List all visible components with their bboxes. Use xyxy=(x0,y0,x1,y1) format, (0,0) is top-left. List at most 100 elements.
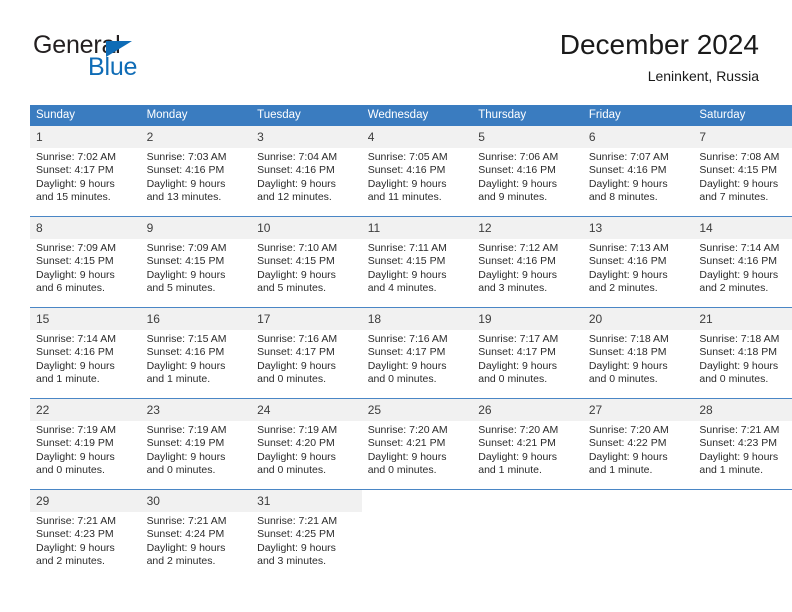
day-cell-empty xyxy=(693,489,792,580)
weekday-header-friday: Friday xyxy=(582,105,694,126)
day-number: 26 xyxy=(472,399,583,421)
daylight-text-line1: Daylight: 9 hours xyxy=(699,450,779,463)
weekday-header-tuesday: Tuesday xyxy=(251,105,362,126)
day-details: Sunrise: 7:20 AM Sunset: 4:21 PM Daylight:… xyxy=(362,421,473,477)
day-details: Sunrise: 7:18 AM Sunset: 4:18 PM Daylight:… xyxy=(693,330,792,386)
day-cell[interactable]: 24 Sunrise: 7:19 AM Sunset: 4:20 PM Dayligh… xyxy=(251,398,362,490)
day-cell[interactable]: 15 Sunrise: 7:14 AM Sunset: 4:16 PM Dayligh… xyxy=(30,307,141,399)
daylight-text-line2: and 7 minutes. xyxy=(699,190,769,203)
sunrise-text: Sunrise: 7:05 AM xyxy=(367,151,448,163)
day-details: Sunrise: 7:11 AM Sunset: 4:15 PM Daylight:… xyxy=(362,239,473,295)
sunset-text: Sunset: 4:16 PM xyxy=(146,346,225,359)
day-cell[interactable]: 31 Sunrise: 7:21 AM Sunset: 4:25 PM Dayligh… xyxy=(251,489,362,580)
daylight-text-line1: Daylight: 9 hours xyxy=(478,359,558,372)
sunset-text: Sunset: 4:17 PM xyxy=(257,346,335,359)
day-cell[interactable]: 16 Sunrise: 7:15 AM Sunset: 4:16 PM Dayligh… xyxy=(140,307,252,399)
day-number: 14 xyxy=(693,217,792,239)
daylight-text-line1: Daylight: 9 hours xyxy=(36,177,115,190)
day-cell[interactable]: 11 Sunrise: 7:11 AM Sunset: 4:15 PM Dayligh… xyxy=(361,216,473,308)
day-cell[interactable]: 7 Sunrise: 7:08 AM Sunset: 4:15 PM Daylight… xyxy=(693,126,792,217)
day-cell[interactable]: 9 Sunrise: 7:09 AM Sunset: 4:15 PM Daylight… xyxy=(140,216,252,308)
day-details: Sunrise: 7:21 AM Sunset: 4:24 PM Daylight:… xyxy=(141,512,252,568)
sunrise-text: Sunrise: 7:09 AM xyxy=(36,242,116,254)
day-cell[interactable]: 23 Sunrise: 7:19 AM Sunset: 4:19 PM Dayligh… xyxy=(140,398,252,490)
daylight-text-line2: and 5 minutes. xyxy=(146,281,216,294)
daylight-text-line2: and 1 minute. xyxy=(146,372,211,385)
day-cell[interactable]: 1 Sunrise: 7:02 AM Sunset: 4:17 PM Daylight… xyxy=(30,126,141,217)
sunrise-text: Sunrise: 7:11 AM xyxy=(367,242,447,254)
day-number: 18 xyxy=(361,308,473,330)
day-details: Sunrise: 7:17 AM Sunset: 4:17 PM Daylight:… xyxy=(472,330,583,386)
sunset-text: Sunset: 4:19 PM xyxy=(146,437,225,450)
day-cell[interactable]: 30 Sunrise: 7:21 AM Sunset: 4:24 PM Dayligh… xyxy=(140,489,252,580)
day-number: 20 xyxy=(582,308,694,330)
day-cell[interactable]: 2 Sunrise: 7:03 AM Sunset: 4:16 PM Daylight… xyxy=(140,126,252,217)
sunset-text: Sunset: 4:17 PM xyxy=(36,164,114,177)
day-cell[interactable]: 28 Sunrise: 7:21 AM Sunset: 4:23 PM Dayligh… xyxy=(693,398,792,490)
sunrise-text: Sunrise: 7:16 AM xyxy=(367,333,448,345)
day-cell[interactable]: 18 Sunrise: 7:16 AM Sunset: 4:17 PM Dayligh… xyxy=(361,307,473,399)
day-number: 21 xyxy=(693,308,792,330)
sunset-text: Sunset: 4:16 PM xyxy=(367,164,446,177)
sunrise-text: Sunrise: 7:06 AM xyxy=(478,151,559,163)
title-block: December 2024 Leninkent, Russia xyxy=(560,28,759,85)
day-cell[interactable]: 29 Sunrise: 7:21 AM Sunset: 4:23 PM Dayligh… xyxy=(30,489,141,580)
sunrise-text: Sunrise: 7:20 AM xyxy=(478,424,559,436)
week-row: 1 Sunrise: 7:02 AM Sunset: 4:17 PM Daylight… xyxy=(30,126,792,217)
day-number: 22 xyxy=(30,399,141,421)
day-cell[interactable]: 22 Sunrise: 7:19 AM Sunset: 4:19 PM Dayligh… xyxy=(30,398,141,490)
daylight-text-line2: and 2 minutes. xyxy=(36,554,105,567)
daylight-text-line1: Daylight: 9 hours xyxy=(257,450,336,463)
daylight-text-line2: and 8 minutes. xyxy=(588,190,658,203)
day-cell[interactable]: 12 Sunrise: 7:12 AM Sunset: 4:16 PM Dayligh… xyxy=(472,216,583,308)
day-cell[interactable]: 25 Sunrise: 7:20 AM Sunset: 4:21 PM Dayligh… xyxy=(361,398,473,490)
daylight-text-line1: Daylight: 9 hours xyxy=(367,450,447,463)
day-details: Sunrise: 7:09 AM Sunset: 4:15 PM Daylight:… xyxy=(141,239,252,295)
day-cell[interactable]: 3 Sunrise: 7:04 AM Sunset: 4:16 PM Daylight… xyxy=(251,126,362,217)
sunset-text: Sunset: 4:16 PM xyxy=(257,164,335,177)
day-number xyxy=(472,490,583,512)
day-cell[interactable]: 27 Sunrise: 7:20 AM Sunset: 4:22 PM Dayligh… xyxy=(582,398,694,490)
day-cell[interactable]: 14 Sunrise: 7:14 AM Sunset: 4:16 PM Dayligh… xyxy=(693,216,792,308)
day-number: 12 xyxy=(472,217,583,239)
day-cell[interactable]: 17 Sunrise: 7:16 AM Sunset: 4:17 PM Dayligh… xyxy=(251,307,362,399)
day-cell[interactable]: 13 Sunrise: 7:13 AM Sunset: 4:16 PM Dayligh… xyxy=(582,216,694,308)
sunset-text: Sunset: 4:15 PM xyxy=(699,164,778,177)
sunrise-text: Sunrise: 7:14 AM xyxy=(36,333,116,345)
day-cell[interactable]: 6 Sunrise: 7:07 AM Sunset: 4:16 PM Daylight… xyxy=(582,126,694,217)
weekday-header-saturday: Saturday xyxy=(693,105,792,126)
day-number: 3 xyxy=(251,126,362,148)
daylight-text-line2: and 1 minute. xyxy=(588,463,653,476)
sunrise-text: Sunrise: 7:19 AM xyxy=(146,424,227,436)
day-details: Sunrise: 7:14 AM Sunset: 4:16 PM Daylight:… xyxy=(693,239,792,295)
daylight-text-line2: and 4 minutes. xyxy=(367,281,437,294)
sunset-text: Sunset: 4:19 PM xyxy=(36,437,114,450)
sunset-text: Sunset: 4:22 PM xyxy=(588,437,667,450)
daylight-text-line2: and 2 minutes. xyxy=(146,554,216,567)
sunset-text: Sunset: 4:24 PM xyxy=(146,528,225,541)
sunrise-text: Sunrise: 7:20 AM xyxy=(367,424,448,436)
day-details: Sunrise: 7:09 AM Sunset: 4:15 PM Daylight:… xyxy=(30,239,141,295)
day-cell[interactable]: 20 Sunrise: 7:18 AM Sunset: 4:18 PM Dayligh… xyxy=(582,307,694,399)
sunrise-text: Sunrise: 7:21 AM xyxy=(699,424,780,436)
sunset-text: Sunset: 4:16 PM xyxy=(146,164,225,177)
daylight-text-line2: and 0 minutes. xyxy=(367,372,437,385)
day-number: 16 xyxy=(140,308,252,330)
sunset-text: Sunset: 4:21 PM xyxy=(367,437,446,450)
day-cell[interactable]: 5 Sunrise: 7:06 AM Sunset: 4:16 PM Daylight… xyxy=(472,126,583,217)
daylight-text-line2: and 1 minute. xyxy=(478,463,542,476)
day-cell[interactable]: 4 Sunrise: 7:05 AM Sunset: 4:16 PM Daylight… xyxy=(361,126,473,217)
day-cell[interactable]: 10 Sunrise: 7:10 AM Sunset: 4:15 PM Dayligh… xyxy=(251,216,362,308)
day-cell[interactable]: 26 Sunrise: 7:20 AM Sunset: 4:21 PM Dayligh… xyxy=(472,398,583,490)
day-cell[interactable]: 19 Sunrise: 7:17 AM Sunset: 4:17 PM Dayligh… xyxy=(472,307,583,399)
day-details: Sunrise: 7:05 AM Sunset: 4:16 PM Daylight:… xyxy=(362,148,473,204)
day-cell[interactable]: 8 Sunrise: 7:09 AM Sunset: 4:15 PM Daylight… xyxy=(30,216,141,308)
sunset-text: Sunset: 4:18 PM xyxy=(699,346,778,359)
day-cell[interactable]: 21 Sunrise: 7:18 AM Sunset: 4:18 PM Dayligh… xyxy=(693,307,792,399)
general-blue-logo[interactable]: General Blue xyxy=(33,33,213,81)
day-details: Sunrise: 7:06 AM Sunset: 4:16 PM Daylight:… xyxy=(472,148,583,204)
day-cell-empty xyxy=(582,489,694,580)
calendar-grid: Sunday Monday Tuesday Wednesday Thursday… xyxy=(30,105,792,580)
sunset-text: Sunset: 4:15 PM xyxy=(257,255,335,268)
sunrise-text: Sunrise: 7:15 AM xyxy=(146,333,227,345)
